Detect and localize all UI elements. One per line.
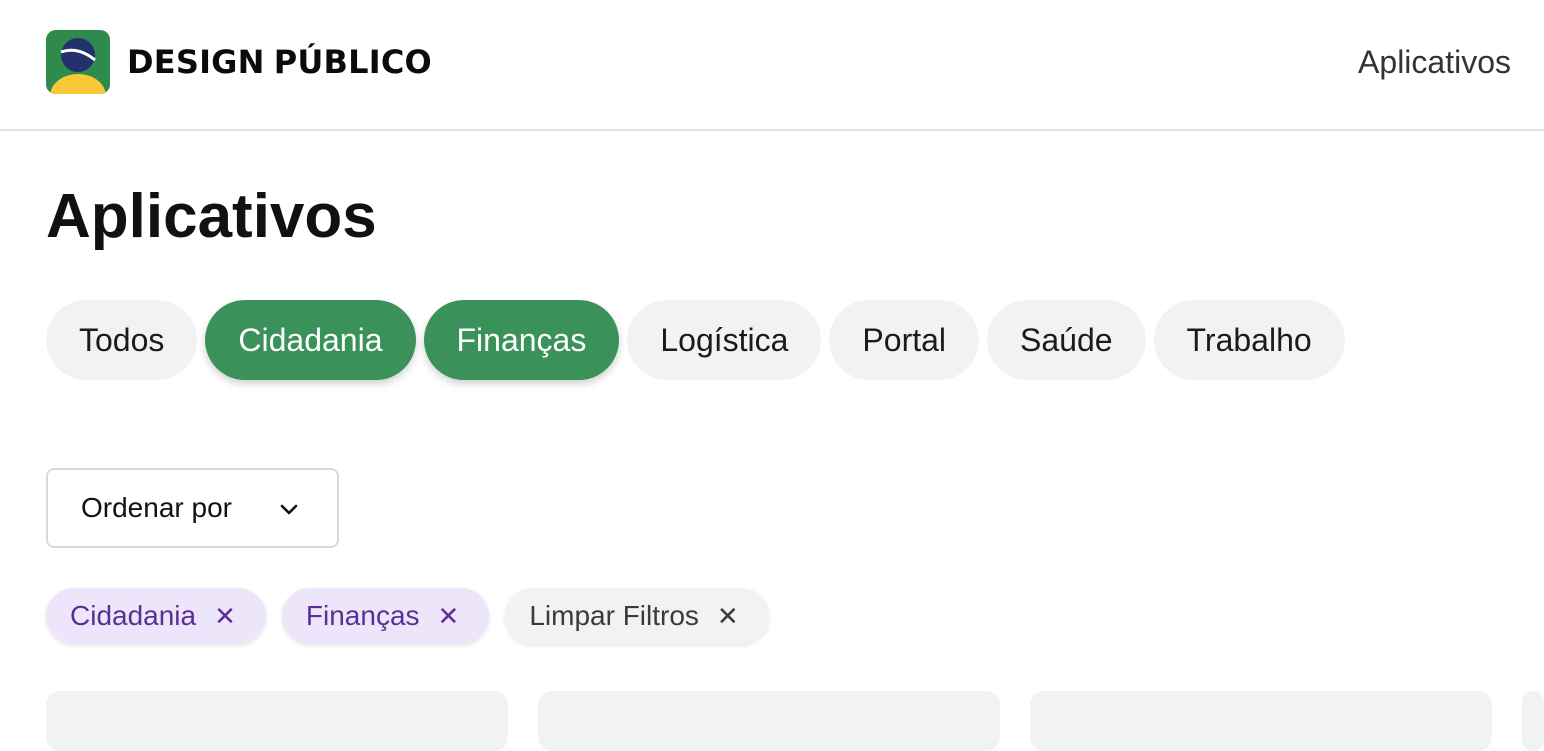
app-card[interactable] — [1522, 691, 1544, 751]
app-card[interactable] — [46, 691, 508, 751]
sort-dropdown-label: Ordenar por — [81, 492, 232, 523]
nav-link-aplicativos[interactable]: Aplicativos — [1358, 44, 1511, 80]
brand-part-design: DESIGN — [127, 43, 265, 81]
close-icon[interactable]: ✕ — [214, 603, 236, 629]
app-card[interactable] — [1030, 691, 1492, 751]
close-icon[interactable]: ✕ — [717, 603, 739, 629]
category-filter-chips: Todos Cidadania Finanças Logística Porta… — [46, 300, 1345, 380]
app-card[interactable] — [538, 691, 1000, 751]
active-filter-cidadania: Cidadania ✕ — [46, 588, 266, 644]
sort-dropdown[interactable]: Ordenar por — [46, 468, 339, 548]
logo-graphic — [46, 30, 110, 94]
chevron-down-icon — [280, 504, 298, 515]
top-navigation-bar: DESIGN PÚBLICO Aplicativos — [0, 0, 1544, 131]
design-publico-logo-icon[interactable] — [46, 30, 110, 94]
clear-filters-label: Limpar Filtros — [529, 600, 699, 631]
active-filters: Cidadania ✕ Finanças ✕ Limpar Filtros ✕ — [46, 588, 769, 644]
category-chip-todos[interactable]: Todos — [46, 300, 198, 380]
clear-filters-button[interactable]: Limpar Filtros ✕ — [505, 588, 769, 644]
category-chip-cidadania[interactable]: Cidadania — [205, 300, 416, 380]
category-chip-saude[interactable]: Saúde — [987, 300, 1146, 380]
brand-part-publico: PÚBLICO — [273, 43, 432, 81]
category-chip-trabalho[interactable]: Trabalho — [1153, 300, 1345, 380]
category-chip-portal[interactable]: Portal — [829, 300, 980, 380]
category-chip-logistica[interactable]: Logística — [627, 300, 822, 380]
page-title: Aplicativos — [46, 182, 377, 251]
category-chip-financas[interactable]: Finanças — [423, 300, 620, 380]
active-filter-label: Finanças — [305, 600, 420, 631]
close-icon[interactable]: ✕ — [438, 603, 460, 629]
active-filter-label: Cidadania — [70, 600, 197, 631]
brand-wordmark: DESIGN PÚBLICO — [127, 44, 432, 80]
active-filter-financas: Finanças ✕ — [281, 588, 490, 644]
